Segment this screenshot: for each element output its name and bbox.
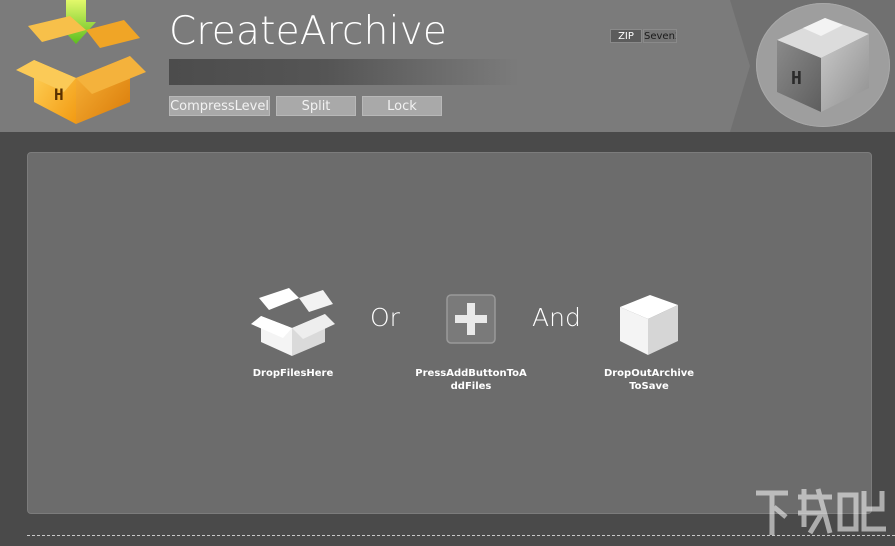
closed-gray-box-icon[interactable]: H [773,12,873,117]
progress-bar [169,59,519,85]
site-watermark-logo [756,488,886,535]
closed-white-box-icon [620,295,678,355]
open-white-box-icon [251,288,335,356]
plus-icon[interactable] [446,294,496,344]
add-files-caption: PressAddButtonToAddFiles [415,368,527,392]
svg-text:H: H [54,85,64,104]
open-box-with-green-arrow-icon: H [16,0,146,124]
compress-level-button[interactable]: CompressLevel [169,96,270,116]
svg-text:H: H [791,68,802,89]
lock-button[interactable]: Lock [362,96,442,116]
header-chevron [726,0,750,132]
page-title: CreateArchive [169,9,448,54]
header-bar: H CreateArchive CompressLevel Split Lock… [0,0,895,132]
format-zip-button[interactable]: ZIP [610,29,642,43]
drop-out-archive-caption: DropOutArchiveToSave [603,368,695,392]
or-label: Or [370,303,400,332]
and-label: And [532,303,581,332]
split-button[interactable]: Split [276,96,356,116]
drop-files-caption: DropFilesHere [252,368,334,379]
format-seven2-button[interactable]: Seven2 [643,29,677,43]
